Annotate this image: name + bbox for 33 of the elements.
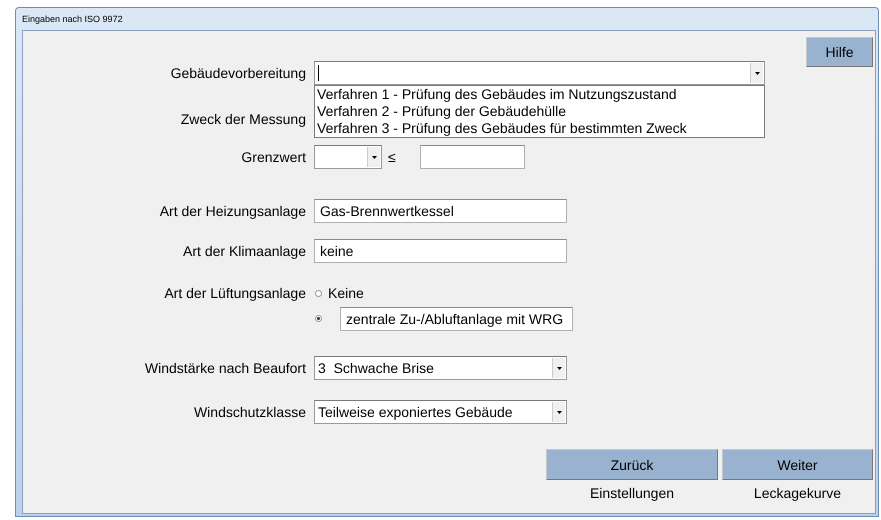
- field-label: Windschutzklasse: [194, 403, 306, 422]
- dropdown-option[interactable]: Verfahren 3 - Prüfung des Gebäudes für bestimmten Zweck: [315, 120, 764, 137]
- field-label: Art der Lüftungsanlage: [164, 284, 306, 303]
- button-caption: Einstellungen: [590, 485, 674, 501]
- operator-symbol: ≤: [388, 149, 396, 165]
- radio-button[interactable]: [315, 315, 322, 322]
- caret-icon: [556, 410, 562, 414]
- input-field[interactable]: [420, 145, 525, 169]
- field-label: Zweck der Messung: [180, 110, 306, 129]
- nav-button[interactable]: Zurück: [546, 449, 718, 480]
- dropdown-option[interactable]: Verfahren 1 - Prüfung des Gebäudes im Nutzungszustand: [315, 86, 764, 103]
- radio-label[interactable]: Keine: [328, 285, 364, 301]
- input-field[interactable]: Gas-Brennwertkessel: [314, 199, 567, 223]
- help-button[interactable]: Hilfe: [806, 37, 873, 67]
- caret-icon: [754, 72, 760, 74]
- field-label: Grenzwert: [241, 148, 306, 167]
- input-field[interactable]: zentrale Zu-/Abluftanlage mit WRG: [340, 306, 573, 330]
- caret-icon: [556, 366, 562, 370]
- input-field[interactable]: keine: [314, 239, 567, 263]
- dropdown-field[interactable]: Teilweise exponiertes Gebäude: [314, 400, 567, 424]
- radio-button[interactable]: [315, 290, 322, 296]
- field-label: Art der Heizungsanlage: [160, 202, 306, 221]
- dropdown-field[interactable]: [314, 61, 765, 85]
- field-label: Gebäudevorbereitung: [170, 64, 306, 83]
- dropdown-field[interactable]: 3 Schwache Brise: [314, 356, 567, 380]
- nav-button[interactable]: Weiter: [722, 449, 873, 480]
- dropdown-option[interactable]: Verfahren 2 - Prüfung der Gebäudehülle: [315, 103, 764, 120]
- window-title: Eingaben nach ISO 9972: [22, 14, 123, 24]
- field-label: Windstärke nach Beaufort: [144, 359, 306, 378]
- caret-icon: [372, 156, 376, 158]
- dropdown-field[interactable]: [314, 145, 382, 169]
- field-label: Art der Klimaanlage: [183, 242, 306, 261]
- button-caption: Leckagekurve: [754, 485, 842, 501]
